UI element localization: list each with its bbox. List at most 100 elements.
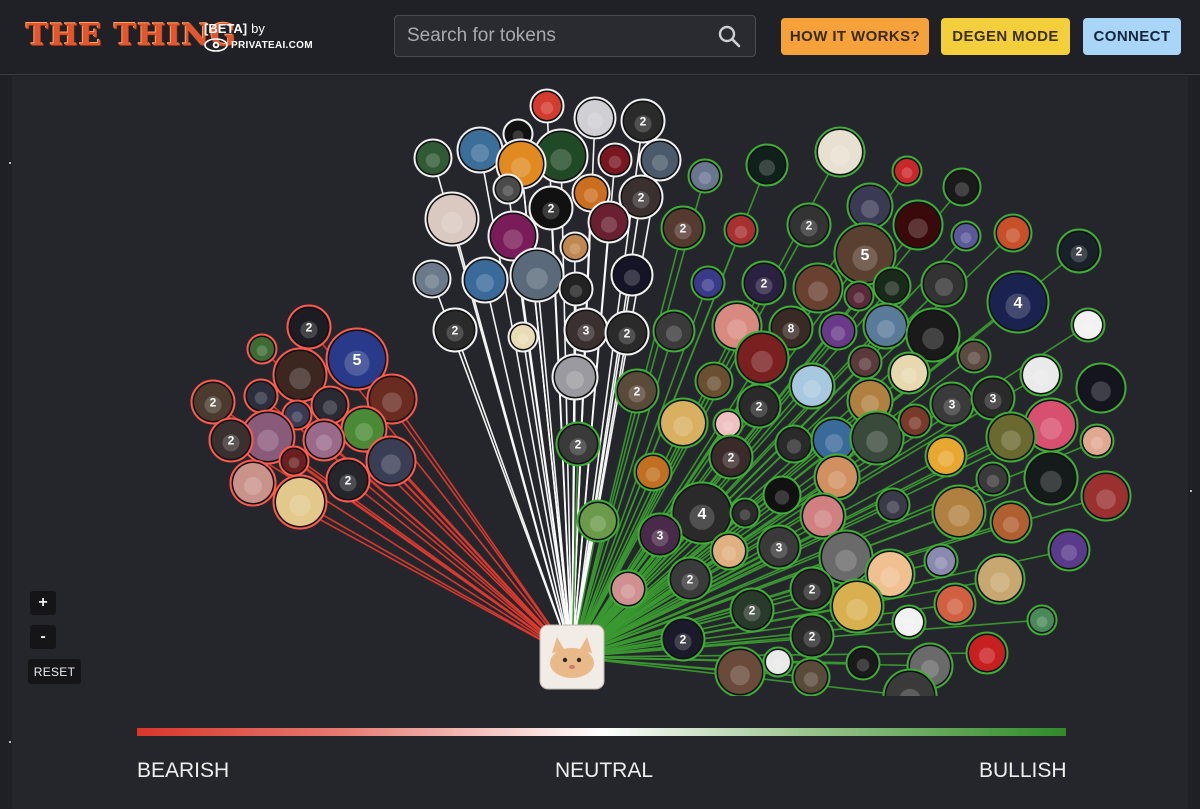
token-node-bullish[interactable] <box>814 126 866 178</box>
token-node-neutral[interactable]: 2 <box>432 307 478 353</box>
token-node-bearish[interactable]: 2 <box>208 417 254 463</box>
token-node-bullish[interactable] <box>872 266 912 306</box>
token-node-bullish[interactable] <box>1079 423 1115 459</box>
token-node-bullish[interactable] <box>633 452 673 492</box>
token-node-bullish[interactable] <box>745 143 789 187</box>
token-node-bullish[interactable] <box>762 475 802 515</box>
token-node-bullish[interactable]: 2 <box>614 368 660 414</box>
token-node-neutral[interactable] <box>413 138 453 178</box>
center-token[interactable] <box>539 624 605 690</box>
zoom-out-button[interactable]: - <box>30 625 56 649</box>
token-node-bullish[interactable] <box>1080 470 1132 522</box>
token-node-bearish[interactable] <box>302 418 346 462</box>
token-node-bullish[interactable] <box>843 280 875 312</box>
token-node-neutral[interactable] <box>638 138 682 182</box>
token-node-bullish[interactable] <box>897 403 933 439</box>
token-node-bullish[interactable] <box>882 668 938 723</box>
token-node-neutral[interactable] <box>587 200 631 244</box>
token-node-bullish[interactable] <box>847 344 883 380</box>
token-node-bearish[interactable] <box>246 333 278 365</box>
token-node-bearish[interactable]: 2 <box>190 379 236 425</box>
token-node-bullish[interactable] <box>687 158 723 194</box>
token-node-bullish[interactable]: 3 <box>929 381 975 427</box>
token-node-bullish[interactable] <box>657 397 709 449</box>
token-node-bullish[interactable] <box>892 199 944 251</box>
token-node-bullish[interactable] <box>875 487 911 523</box>
token-node-bullish[interactable] <box>931 484 987 540</box>
token-node-bullish[interactable] <box>956 338 992 374</box>
token-node-neutral[interactable]: 2 <box>528 185 574 231</box>
token-node-bullish[interactable]: 4 <box>986 270 1050 334</box>
token-node-bullish[interactable]: 2 <box>741 260 787 306</box>
token-node-bullish[interactable] <box>975 461 1011 497</box>
sentiment-graph[interactable]: 2 5 2 2 2 2 2 2 2 3 2 2 2 2 5 2 4 8 2 3 3 2 2 2 4 3 3 2 2 2 2 2 <box>0 0 1200 809</box>
token-node-bullish[interactable] <box>1070 307 1106 343</box>
token-node-neutral[interactable] <box>559 231 591 263</box>
token-node-bullish[interactable]: 2 <box>786 202 832 248</box>
token-node-neutral[interactable]: 2 <box>604 310 650 356</box>
token-node-bullish[interactable]: 2 <box>555 421 601 467</box>
token-node-bullish[interactable] <box>694 361 734 401</box>
token-node-bullish[interactable] <box>791 657 831 696</box>
token-node-bullish[interactable] <box>762 646 794 678</box>
token-node-neutral[interactable] <box>461 256 509 304</box>
token-node-bullish[interactable] <box>652 309 696 353</box>
token-node-bullish[interactable] <box>774 424 814 464</box>
token-node-bullish[interactable] <box>887 351 931 395</box>
reset-button[interactable]: RESET <box>28 659 81 684</box>
token-node-bullish[interactable]: 2 <box>667 556 713 602</box>
token-node-bullish[interactable]: 3 <box>637 512 683 558</box>
token-node-neutral[interactable] <box>509 247 565 303</box>
token-node-bullish[interactable] <box>974 553 1026 605</box>
token-node-bullish[interactable] <box>920 260 968 308</box>
token-node-bullish[interactable] <box>1026 604 1058 636</box>
token-node-bearish[interactable]: 2 <box>286 304 332 350</box>
token-node-neutral[interactable] <box>551 353 599 401</box>
token-node-bullish[interactable] <box>729 497 761 529</box>
token-node-bullish[interactable] <box>891 155 923 187</box>
token-node-bullish[interactable] <box>1019 353 1063 397</box>
token-node-bullish[interactable]: 2 <box>660 205 706 251</box>
token-node-bullish[interactable] <box>792 262 844 314</box>
token-node-neutral[interactable] <box>573 96 617 140</box>
token-node-bearish[interactable] <box>310 385 350 425</box>
token-node-neutral[interactable] <box>412 259 452 299</box>
zoom-in-button[interactable]: + <box>30 591 56 615</box>
token-node-bullish[interactable] <box>1023 450 1079 506</box>
token-node-bullish[interactable] <box>923 543 959 579</box>
token-node-bearish[interactable] <box>272 474 328 530</box>
token-node-neutral[interactable]: 2 <box>620 98 666 144</box>
token-node-bullish[interactable] <box>818 311 858 351</box>
token-node-bullish[interactable] <box>712 408 744 440</box>
token-node-neutral[interactable]: 3 <box>563 307 609 353</box>
token-node-neutral[interactable] <box>529 88 565 124</box>
token-node-bullish[interactable] <box>829 578 885 634</box>
token-node-bullish[interactable] <box>723 212 759 248</box>
token-node-bullish[interactable] <box>933 582 977 626</box>
token-node-bullish[interactable] <box>965 631 1009 675</box>
token-node-neutral[interactable] <box>597 142 633 178</box>
token-node-bearish[interactable] <box>229 459 277 507</box>
token-node-bearish[interactable] <box>243 378 279 414</box>
token-node-neutral[interactable] <box>610 253 654 297</box>
token-node-bullish[interactable] <box>862 302 910 350</box>
token-node-bullish[interactable]: 2 <box>729 587 775 633</box>
token-node-bullish[interactable] <box>846 182 894 230</box>
token-node-neutral[interactable] <box>558 271 594 307</box>
token-node-bullish[interactable] <box>950 220 982 252</box>
token-node-bullish[interactable] <box>849 410 905 466</box>
token-node-neutral[interactable] <box>507 321 539 353</box>
token-node-bullish[interactable] <box>734 330 790 386</box>
token-node-bearish[interactable]: 2 <box>325 457 371 503</box>
token-node-bullish[interactable] <box>788 362 836 410</box>
token-node-bearish[interactable] <box>365 435 417 487</box>
token-node-bullish[interactable] <box>608 569 648 609</box>
token-node-bullish[interactable]: 3 <box>756 524 802 570</box>
token-node-neutral[interactable] <box>424 191 480 247</box>
token-node-bullish[interactable] <box>709 531 749 571</box>
token-node-bullish[interactable] <box>891 604 927 640</box>
token-node-bullish[interactable]: 2 <box>789 613 835 659</box>
token-node-bullish[interactable] <box>714 646 766 697</box>
token-node-bullish[interactable] <box>989 500 1033 544</box>
token-node-bullish[interactable]: 2 <box>1056 228 1102 274</box>
